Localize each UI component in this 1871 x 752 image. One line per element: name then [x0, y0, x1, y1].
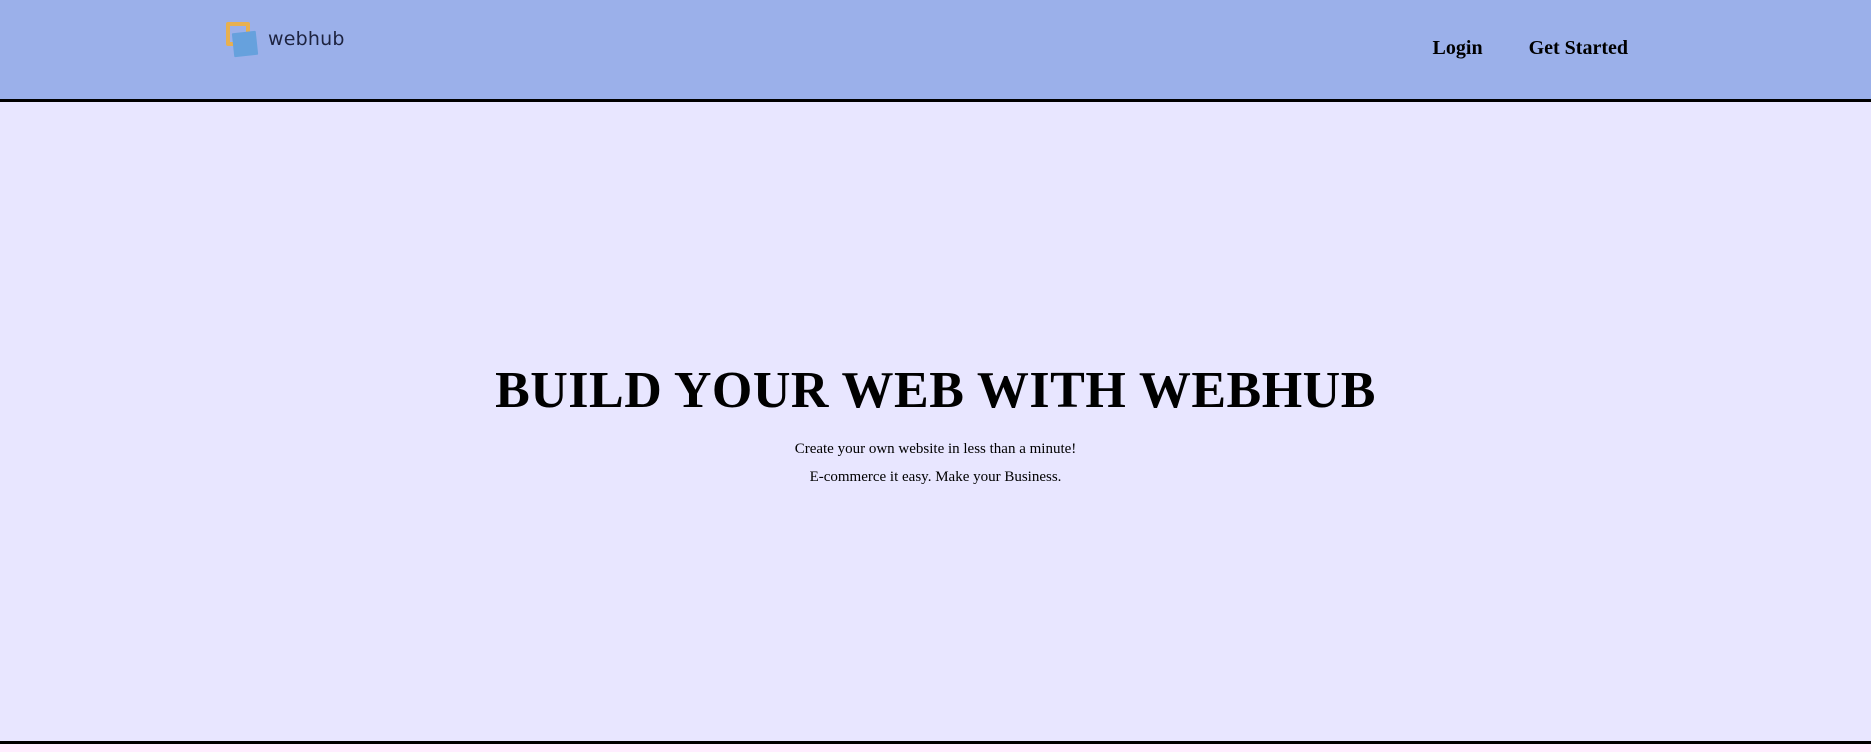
- header-nav: Login Get Started: [1387, 37, 1628, 60]
- logo-text: webhub: [268, 28, 345, 50]
- hero-subtitle-line-2: E-commerce it easy. Make your Business.: [809, 469, 1062, 485]
- hero-subtitle-line-1: Create your own website in less than a m…: [794, 441, 1077, 457]
- get-started-link[interactable]: Get Started: [1529, 37, 1628, 60]
- webhub-logo-icon: [226, 22, 260, 58]
- hero-section: BUILD YOUR WEB WITH WEBHUB Create your o…: [0, 102, 1871, 744]
- logo-link[interactable]: webhub: [226, 22, 345, 58]
- hero-title: BUILD YOUR WEB WITH WEBHUB: [495, 362, 1376, 419]
- login-link[interactable]: Login: [1433, 37, 1483, 60]
- landing-page: webhub Login Get Started BUILD YOUR WEB …: [0, 0, 1871, 752]
- site-header: webhub Login Get Started: [0, 0, 1871, 102]
